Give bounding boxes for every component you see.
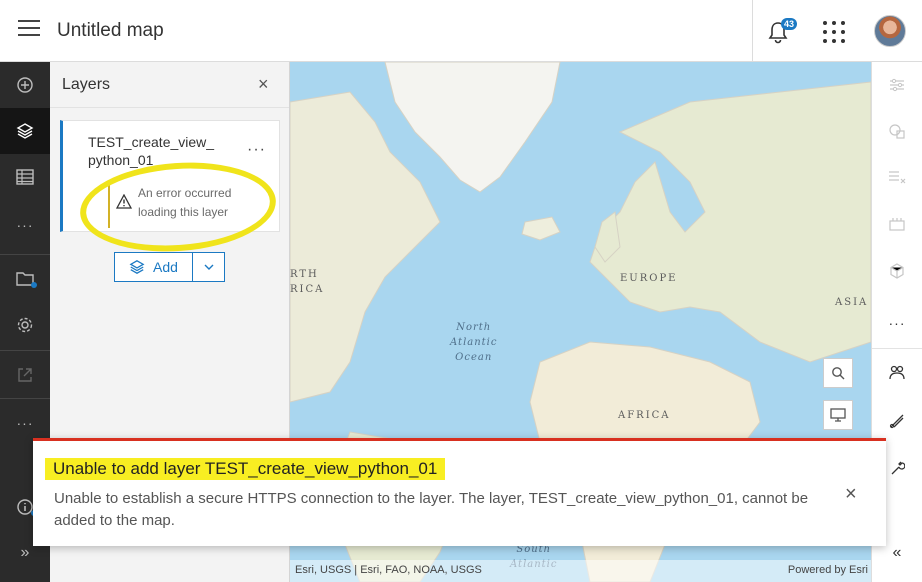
layers-icon[interactable] [0,108,50,154]
table-icon[interactable] [0,154,50,200]
add-layer-button-group: Add [114,252,225,282]
close-panel-icon[interactable]: × [258,74,269,95]
alert-title-highlight: Unable to add layer TEST_create_view_pyt… [45,458,446,480]
map-label-north-atlantic: North Atlantic Ocean [450,322,498,363]
alert-message: Unable to establish a secure HTTPS conne… [54,490,809,529]
map-label-north-america: RTH [290,269,319,280]
toolbar-divider [872,348,922,349]
fields-icon[interactable] [872,154,922,200]
menu-icon[interactable] [18,20,40,40]
layers-panel-title: Layers [62,76,111,93]
toolbar-divider [0,350,50,351]
map-viewer-app: Untitled map 43 ··· ··· » Layers × TEST_… [0,0,922,582]
toolbar-divider [0,398,50,399]
unsaved-indicator [31,282,37,288]
search-icon[interactable] [823,358,853,388]
user-avatar[interactable] [874,15,906,47]
alert-title: Unable to add layer TEST_create_view_pyt… [53,459,438,478]
sketch-icon[interactable] [872,350,922,396]
add-options-chevron-icon[interactable] [193,253,224,281]
map-title[interactable]: Untitled map [57,20,164,42]
toolbar-divider [0,254,50,255]
error-alert: Unable to add layer TEST_create_view_pyt… [33,438,886,546]
filter-icon[interactable] [872,62,922,108]
map-label-north-america: RICA [290,284,325,295]
styles-icon[interactable] [872,108,922,154]
layer-options-icon[interactable]: ··· [247,141,266,159]
analysis-icon[interactable] [872,202,922,248]
map-label-europe: EUROPE [620,273,678,284]
more-tools-icon[interactable]: ··· [0,202,50,248]
3d-icon[interactable] [872,248,922,294]
map-folder-icon[interactable] [0,256,50,302]
app-header: Untitled map 43 [0,0,922,62]
attribution-sources: Esri, USGS | Esri, FAO, NOAA, USGS [295,564,482,576]
add-circle-icon[interactable] [0,62,50,108]
notification-count-badge: 43 [781,18,798,30]
map-attribution: Esri, USGS | Esri, FAO, NOAA, USGS Power… [290,560,871,582]
powered-by-esri-link[interactable]: Powered by Esri [788,564,868,576]
settings-icon[interactable] [0,302,50,348]
layers-panel-header: Layers × [50,62,289,108]
add-layer-label: Add [153,259,178,275]
header-divider [752,0,753,62]
more-right-tools-icon[interactable]: ··· [872,300,922,346]
map-label-africa: AFRICA [618,410,671,421]
map-label-asia: ASIA [835,297,869,308]
app-launcher-icon[interactable] [823,21,845,43]
share-icon[interactable] [0,352,50,398]
fullscreen-icon[interactable] [823,400,853,430]
add-layer-button[interactable]: Add [115,253,193,281]
layers-add-icon [129,260,145,274]
alert-close-icon[interactable]: × [845,483,857,506]
